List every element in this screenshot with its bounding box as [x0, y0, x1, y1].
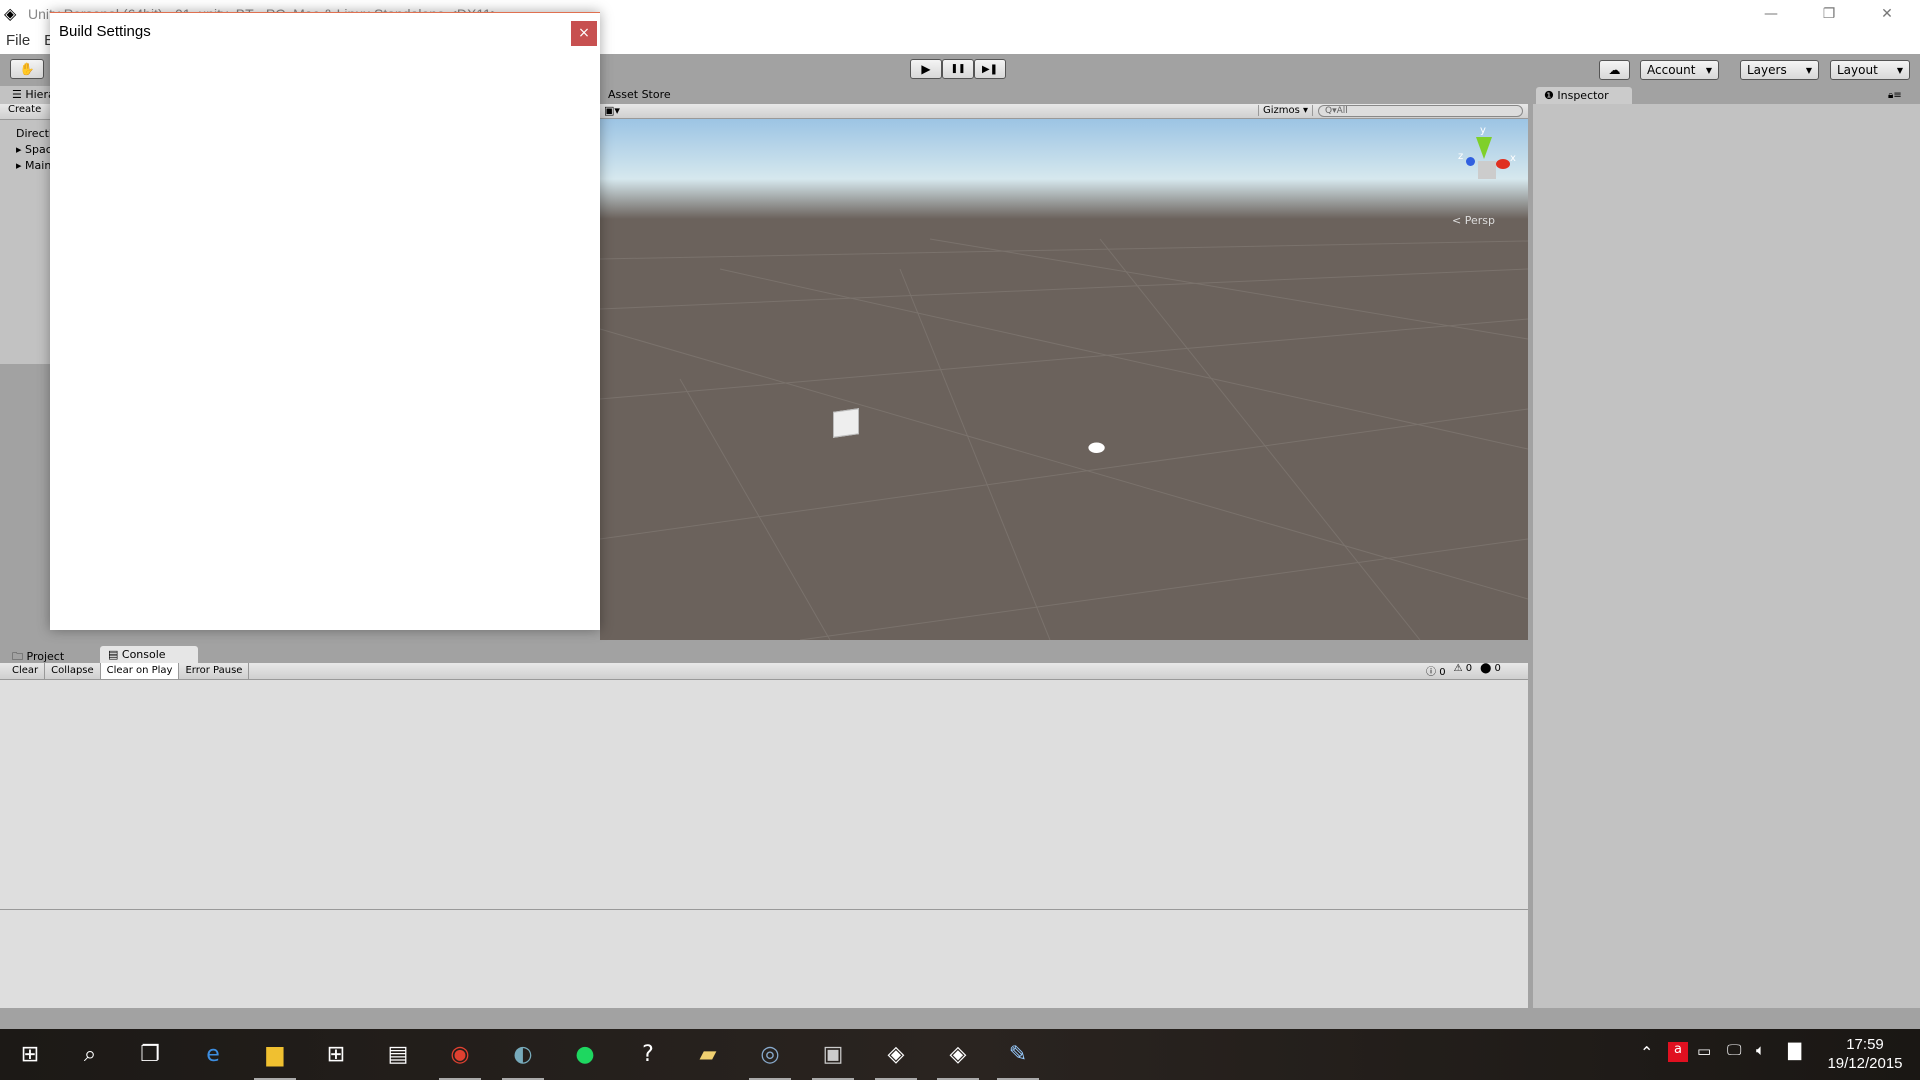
- layout-dropdown[interactable]: Layout ▼: [1830, 60, 1910, 80]
- minimize-button[interactable]: —: [1742, 0, 1800, 28]
- tab-inspector[interactable]: ❶ Inspector: [1536, 87, 1632, 105]
- action-center-icon[interactable]: ▇: [1788, 1041, 1801, 1061]
- play-button[interactable]: ▶: [910, 59, 942, 79]
- volume-icon[interactable]: 🔈︎: [1756, 1041, 1765, 1059]
- app2-icon[interactable]: ◎: [745, 1029, 795, 1080]
- axis-z-cone: [1466, 157, 1475, 166]
- info-count-toggle[interactable]: ⓘ 0: [1426, 663, 1446, 678]
- collapse-button[interactable]: Collapse: [45, 663, 101, 679]
- network-icon[interactable]: 🖵︎: [1727, 1041, 1741, 1059]
- layers-label: Layers: [1747, 63, 1787, 77]
- warning-count: 0: [1465, 663, 1473, 674]
- console-tab-bar: 🗀 Project ▤ Console: [0, 645, 1528, 664]
- console-log[interactable]: [0, 680, 1528, 1008]
- cloud-button[interactable]: ☁: [1599, 60, 1630, 80]
- antivirus-icon[interactable]: a: [1668, 1042, 1688, 1062]
- help-icon[interactable]: ?: [623, 1029, 673, 1080]
- task-view-icon[interactable]: ❐: [125, 1029, 175, 1080]
- create-button[interactable]: Create: [8, 104, 41, 115]
- warning-count-toggle[interactable]: ⚠ 0: [1454, 663, 1473, 678]
- clear-button[interactable]: Clear: [6, 663, 46, 679]
- axis-y-label: y: [1480, 125, 1486, 136]
- axis-x-cone: [1496, 159, 1510, 169]
- app-icon[interactable]: ▤: [373, 1029, 423, 1080]
- chrome-icon[interactable]: ◉: [435, 1029, 485, 1080]
- hand-tool-button[interactable]: ✋: [10, 59, 44, 79]
- close-window-button[interactable]: ✕: [1858, 0, 1916, 28]
- scene-view[interactable]: ⬬ y x z < Persp: [600, 119, 1528, 640]
- spotify-icon[interactable]: ●: [560, 1029, 610, 1080]
- gizmos-label: Gizmos: [1263, 105, 1300, 116]
- axis-y-cone: [1476, 137, 1492, 159]
- orientation-gizmo[interactable]: y x z: [1450, 125, 1520, 195]
- step-button[interactable]: ▶❚: [974, 59, 1006, 79]
- scene-grid: [600, 119, 1528, 640]
- error-count: 0: [1494, 663, 1501, 674]
- camera-icon[interactable]: ⬬: [1088, 435, 1105, 459]
- console-divider[interactable]: [0, 909, 1528, 910]
- battery-icon[interactable]: ▭: [1697, 1042, 1711, 1060]
- date: 19/12/2015: [1827, 1055, 1903, 1072]
- lock-icon[interactable]: 🔒︎≡: [1888, 90, 1902, 101]
- cloud-icon: ☁: [1608, 63, 1621, 77]
- clock[interactable]: 17:59 19/12/2015: [1820, 1035, 1910, 1073]
- projection-label[interactable]: < Persp: [1452, 214, 1495, 227]
- error-pause-toggle[interactable]: Error Pause: [179, 663, 250, 679]
- build-settings-dialog: Build Settings ×: [50, 12, 600, 630]
- console-toolbar: Clear Collapse Clear on Play Error Pause…: [0, 663, 1528, 680]
- folder-icon[interactable]: ▰: [683, 1029, 733, 1080]
- unity-logo-icon: ◈: [4, 4, 17, 23]
- axis-z-label: z: [1458, 151, 1464, 162]
- console-tab-label: Console: [121, 648, 166, 661]
- restore-button[interactable]: ❐: [1800, 0, 1858, 28]
- status-bar: [0, 1008, 1920, 1029]
- clear-on-play-toggle[interactable]: Clear on Play: [100, 663, 180, 679]
- tab-project[interactable]: 🗀 Project: [4, 646, 72, 664]
- axis-x-label: x: [1510, 153, 1516, 164]
- hand-icon: ✋: [19, 62, 35, 76]
- dialog-close-button[interactable]: ×: [571, 21, 597, 46]
- error-count-toggle[interactable]: ⬤ 0: [1480, 663, 1501, 678]
- layers-dropdown[interactable]: Layers ▼: [1740, 60, 1819, 80]
- search-icon[interactable]: ⌕: [65, 1029, 115, 1080]
- store-icon[interactable]: ⊞: [311, 1029, 361, 1080]
- console-counters: ⓘ 0 ⚠ 0 ⬤ 0: [1426, 663, 1501, 678]
- chevron-down-icon: ▼: [1705, 65, 1712, 75]
- app3-icon[interactable]: ▣: [808, 1029, 858, 1080]
- windows-start-icon[interactable]: ⊞: [5, 1029, 55, 1080]
- pause-button[interactable]: ❚❚: [942, 59, 974, 79]
- info-count: 0: [1439, 667, 1446, 678]
- chevron-down-icon: ▼: [1805, 65, 1812, 75]
- scene-search-input[interactable]: Q▾All: [1318, 105, 1523, 117]
- layout-label: Layout: [1837, 63, 1878, 77]
- paint-icon[interactable]: ✎: [993, 1029, 1043, 1080]
- chevron-down-icon: ▼: [1896, 65, 1903, 75]
- cube-object[interactable]: [833, 408, 859, 438]
- unity-icon[interactable]: ◈: [871, 1029, 921, 1080]
- gizmo-center-cube: [1478, 161, 1496, 179]
- taskbar: ⊞ ⌕ ❐ e ▆ ⊞ ▤ ◉ ◐ ● ? ▰ ◎ ▣ ◈ ◈ ✎ ⌃ a ▭ …: [0, 1029, 1920, 1080]
- tab-console[interactable]: ▤ Console: [100, 646, 198, 664]
- dialog-title: Build Settings: [59, 23, 151, 40]
- file-explorer-icon[interactable]: ▆: [250, 1029, 300, 1080]
- menu-file[interactable]: File: [6, 32, 30, 49]
- persp-label: Persp: [1464, 214, 1495, 227]
- scene-toolbar: ▣▾ Gizmos ▾ Q▾All: [600, 104, 1528, 119]
- account-dropdown[interactable]: Account ▼: [1640, 60, 1719, 80]
- project-tab-label: Project: [26, 650, 65, 663]
- search-placeholder: All: [1336, 106, 1348, 116]
- show-hidden-icons[interactable]: ⌃: [1640, 1043, 1653, 1062]
- inspector-panel: [1533, 104, 1920, 1008]
- tab-asset-store[interactable]: Asset Store: [600, 86, 679, 104]
- account-label: Account: [1647, 63, 1696, 77]
- unity2-icon[interactable]: ◈: [933, 1029, 983, 1080]
- inspector-tab-label: Inspector: [1557, 89, 1609, 102]
- info-icon: ❶: [1544, 89, 1554, 102]
- gizmos-dropdown[interactable]: Gizmos ▾: [1258, 105, 1314, 116]
- render-mode-icon[interactable]: ▣▾: [604, 104, 620, 117]
- time: 17:59: [1846, 1036, 1884, 1053]
- edge-icon[interactable]: e: [188, 1029, 238, 1080]
- steam-icon[interactable]: ◐: [498, 1029, 548, 1080]
